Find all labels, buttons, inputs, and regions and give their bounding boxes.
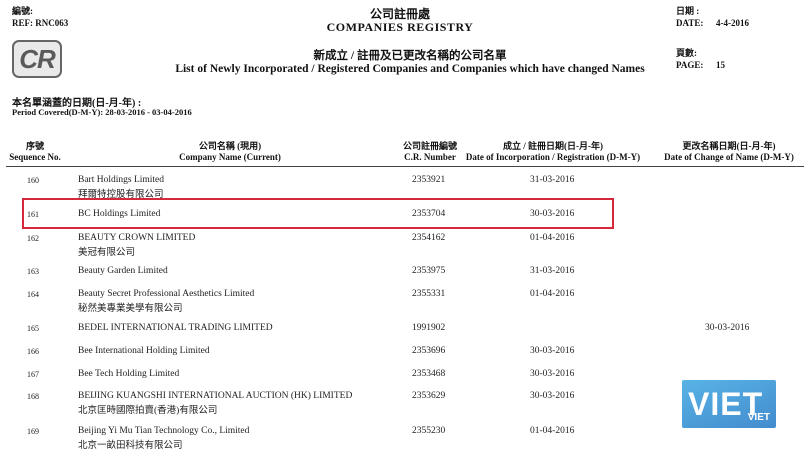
- row-incorporation-date: 30-03-2016: [530, 391, 575, 401]
- header-rule: [6, 166, 804, 167]
- col-seq-cn: 序號: [25, 141, 44, 151]
- row-company-name: BEAUTY CROWN LIMITED: [78, 233, 196, 243]
- row-sequence: 169: [27, 427, 39, 436]
- row-company-name: BEIJING KUANGSHI INTERNATIONAL AUCTION (…: [78, 391, 353, 401]
- col-chg-cn: 更改名稱日期(日-月-年): [682, 141, 776, 151]
- row-incorporation-date: 30-03-2016: [530, 369, 575, 379]
- row-sequence: 160: [27, 176, 39, 185]
- col-name-en: Company Name (Current): [179, 152, 281, 162]
- row-cr-number: 2353921: [412, 175, 446, 185]
- row-highlight-box: [22, 198, 614, 229]
- row-incorporation-date: 01-04-2016: [530, 289, 575, 299]
- date-label-cn: 日期 :: [676, 6, 700, 16]
- row-cr-number: 2353468: [412, 369, 446, 379]
- row-company-name: Bee International Holding Limited: [78, 346, 210, 356]
- row-cr-number: 2353975: [412, 266, 446, 276]
- row-company-name: Beijing Yi Mu Tian Technology Co., Limit…: [78, 426, 250, 436]
- page-label-cn: 頁數:: [676, 48, 697, 58]
- date-label: DATE:: [676, 18, 704, 28]
- row-company-name-cn: 秘然美專業美學有限公司: [78, 304, 183, 314]
- row-incorporation-date: 30-03-2016: [530, 346, 575, 356]
- col-inc-en: Date of Incorporation / Registration (D-…: [465, 152, 641, 162]
- row-incorporation-date: 31-03-2016: [530, 175, 575, 185]
- cr-logo: CR: [12, 40, 62, 78]
- registry-title-en: COMPANIES REGISTRY: [326, 20, 474, 34]
- row-cr-number: 1991902: [412, 323, 446, 333]
- row-incorporation-date: 01-04-2016: [530, 426, 575, 436]
- date-value: 4-4-2016: [716, 18, 749, 28]
- col-name-cn: 公司名稱 (現用): [198, 141, 262, 151]
- col-name-header: 公司名稱 (現用) Company Name (Current): [140, 141, 320, 163]
- row-sequence: 162: [27, 234, 39, 243]
- row-company-name: Bee Tech Holding Limited: [78, 369, 180, 379]
- col-chg-en: Date of Change of Name (D-M-Y): [664, 152, 794, 162]
- col-inc-cn: 成立 / 註冊日期(日-月-年): [503, 141, 603, 151]
- list-title-cn: 新成立 / 註冊及已更改名稱的公司名單: [313, 50, 507, 62]
- cr-logo-text: CR: [19, 44, 56, 74]
- ref-label-cn: 編號:: [12, 6, 33, 16]
- col-inc-header: 成立 / 註冊日期(日-月-年) Date of Incorporation /…: [462, 141, 644, 163]
- col-seq-header: 序號 Sequence No.: [0, 141, 70, 163]
- row-company-name: Beauty Garden Limited: [78, 266, 168, 276]
- page-label: PAGE:: [676, 60, 704, 70]
- row-cr-number: 2355230: [412, 426, 446, 436]
- row-incorporation-date: 01-04-2016: [530, 233, 575, 243]
- ref-number: REF: RNC063: [12, 18, 69, 28]
- watermark-subtext: VIET: [747, 412, 770, 423]
- col-seq-en: Sequence No.: [9, 152, 61, 162]
- row-sequence: 163: [27, 267, 39, 276]
- row-cr-number: 2354162: [412, 233, 446, 243]
- row-incorporation-date: 31-03-2016: [530, 266, 575, 276]
- period-covered: Period Covered(D-M-Y): 28-03-2016 - 03-0…: [12, 107, 192, 117]
- row-sequence: 164: [27, 290, 39, 299]
- row-sequence: 165: [27, 324, 39, 333]
- row-company-name: BEDEL INTERNATIONAL TRADING LIMITED: [78, 323, 273, 333]
- row-sequence: 167: [27, 370, 39, 379]
- row-cr-number: 2353696: [412, 346, 446, 356]
- row-change-of-name-date: 30-03-2016: [705, 323, 750, 333]
- row-company-name-cn: 北京一畝田科技有限公司: [78, 441, 183, 451]
- row-cr-number: 2355331: [412, 289, 446, 299]
- row-company-name-cn: 美冠有限公司: [78, 248, 136, 258]
- row-company-name-cn: 北京匡時國際拍賣(香港)有限公司: [78, 406, 218, 416]
- row-sequence: 166: [27, 347, 39, 356]
- row-cr-number: 2353629: [412, 391, 446, 401]
- row-company-name: Beauty Secret Professional Aesthetics Li…: [78, 289, 255, 299]
- list-title-en: List of Newly Incorporated / Registered …: [175, 63, 645, 75]
- col-chg-header: 更改名稱日期(日-月-年) Date of Change of Name (D-…: [654, 141, 804, 163]
- row-company-name: Bart Holdings Limited: [78, 175, 165, 185]
- row-sequence: 168: [27, 392, 39, 401]
- page-number: 15: [716, 60, 725, 70]
